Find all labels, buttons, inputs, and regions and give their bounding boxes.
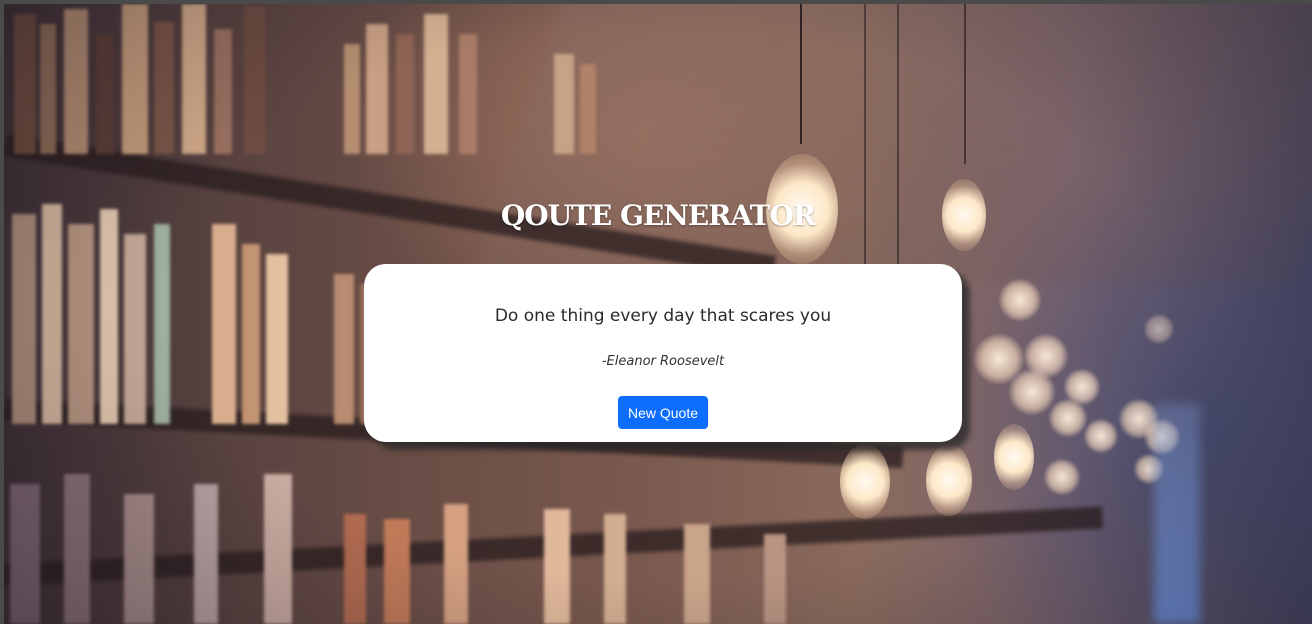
- new-quote-button[interactable]: New Quote: [618, 396, 708, 429]
- app-window: QOUTE GENERATOR Do one thing every day t…: [4, 4, 1312, 624]
- quote-text: Do one thing every day that scares you: [494, 306, 832, 326]
- quote-author: -Eleanor Roosevelt: [601, 354, 725, 369]
- page-title: QOUTE GENERATOR: [500, 199, 816, 232]
- quote-card: Do one thing every day that scares you -…: [364, 264, 962, 442]
